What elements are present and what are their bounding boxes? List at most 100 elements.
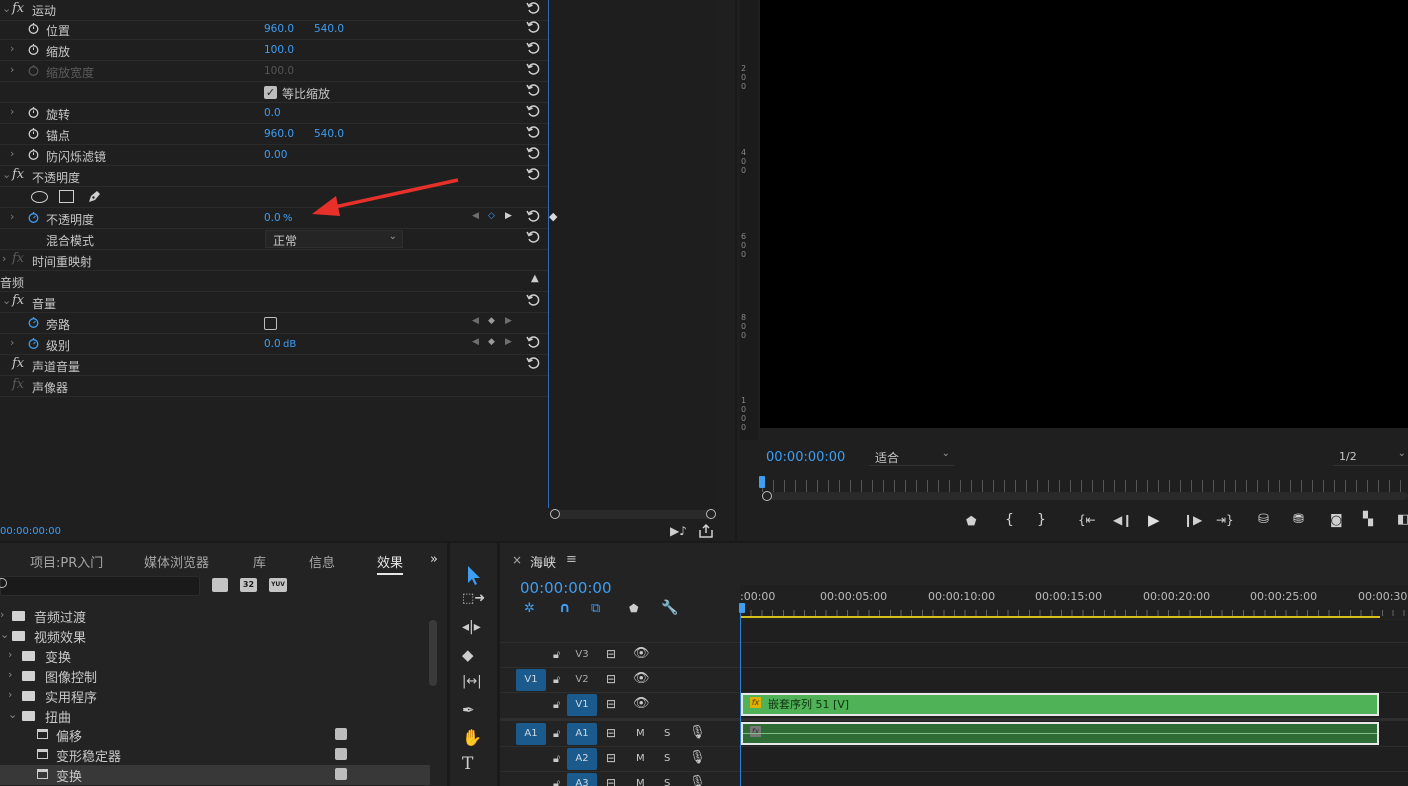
microphone-icon[interactable]: 🎙︎ bbox=[689, 775, 706, 786]
add-keyframe-icon[interactable]: ◇ bbox=[488, 211, 495, 221]
blend-mode-dropdown[interactable]: 正常 ⌄ bbox=[265, 230, 403, 248]
lock-icon[interactable]: 🔓︎ bbox=[553, 752, 560, 766]
sequence-tab-title[interactable]: 海峡 bbox=[530, 552, 556, 571]
track-select-tool-icon[interactable]: ⬚➜ bbox=[462, 591, 486, 615]
mute-button[interactable]: M bbox=[636, 728, 645, 739]
lift-icon[interactable]: ⛁ bbox=[1258, 512, 1269, 527]
stopwatch-active-icon[interactable] bbox=[28, 337, 39, 349]
scale-value[interactable]: 100.0 bbox=[264, 44, 294, 56]
reset-icon[interactable] bbox=[526, 293, 540, 307]
tree-item-image-control[interactable]: › 图像控制 bbox=[0, 666, 430, 686]
yuv-effects-icon[interactable]: YUV bbox=[269, 578, 287, 592]
rotation-value[interactable]: 0.0 bbox=[264, 107, 281, 119]
tree-item-utility[interactable]: › 实用程序 bbox=[0, 686, 430, 706]
chevron-right-icon[interactable]: › bbox=[10, 105, 14, 118]
slip-tool-icon[interactable]: |↔| bbox=[462, 674, 486, 698]
rectangle-mask-icon[interactable] bbox=[59, 190, 74, 203]
export-icon[interactable] bbox=[698, 524, 714, 538]
effect-channel-volume-row[interactable]: fx 声道音量 bbox=[0, 355, 548, 376]
stopwatch-icon[interactable] bbox=[28, 148, 39, 160]
tab-project[interactable]: 项目:PR入门 bbox=[30, 552, 103, 571]
anchor-x-value[interactable]: 960.0 bbox=[264, 128, 294, 140]
panel-overflow-icon[interactable]: » bbox=[430, 552, 438, 567]
solo-button[interactable]: S bbox=[664, 753, 670, 764]
mark-out-icon[interactable]: } bbox=[1037, 512, 1046, 528]
work-area-bar[interactable] bbox=[740, 616, 1380, 618]
extract-icon[interactable]: ⛃ bbox=[1293, 512, 1304, 527]
track-name-a2[interactable]: A2 bbox=[567, 748, 597, 770]
bypass-checkbox[interactable] bbox=[264, 317, 277, 330]
eye-icon[interactable]: 👁︎ bbox=[633, 696, 650, 711]
effect-panner-row[interactable]: fx 声像器 bbox=[0, 376, 548, 397]
snap-icon[interactable]: ∩ bbox=[559, 600, 570, 616]
sync-lock-icon[interactable]: ⊟ bbox=[606, 672, 616, 686]
sync-lock-icon[interactable]: ⊟ bbox=[606, 751, 616, 765]
fx-icon[interactable]: fx bbox=[12, 293, 24, 308]
reset-icon[interactable] bbox=[526, 125, 540, 139]
tab-effects[interactable]: 效果 bbox=[377, 552, 404, 575]
track-name-v3[interactable]: V3 bbox=[567, 644, 597, 666]
add-keyframe-icon[interactable]: ◆ bbox=[488, 316, 495, 326]
hand-tool-icon[interactable]: ✋ bbox=[462, 728, 486, 752]
timeline-timecode[interactable]: 00:00:00:00 bbox=[520, 579, 612, 597]
video-clip[interactable]: fx 嵌套序列 51 [V] bbox=[741, 693, 1379, 716]
effect-volume-row[interactable]: ⌄ fx 音量 bbox=[0, 292, 548, 313]
reset-icon[interactable] bbox=[526, 41, 540, 55]
microphone-icon[interactable]: 🎙︎ bbox=[689, 725, 706, 740]
track-name-v1[interactable]: V1 bbox=[567, 694, 597, 716]
fx-icon[interactable]: fx bbox=[12, 356, 24, 371]
tree-item-audio-transitions[interactable]: › 音频过渡 bbox=[0, 606, 430, 626]
stopwatch-icon[interactable] bbox=[28, 127, 39, 139]
vr-icon[interactable]: ◧ bbox=[1397, 512, 1408, 527]
mute-button[interactable]: M bbox=[636, 753, 645, 764]
solo-button[interactable]: S bbox=[664, 728, 670, 739]
microphone-icon[interactable]: 🎙︎ bbox=[689, 750, 706, 765]
effects-search-input[interactable] bbox=[0, 576, 200, 596]
lock-icon[interactable]: 🔓︎ bbox=[553, 727, 560, 741]
prev-keyframe-icon[interactable]: ◀ bbox=[472, 211, 479, 221]
mute-button[interactable]: M bbox=[636, 778, 645, 786]
camera-icon[interactable]: ◙ bbox=[1330, 513, 1343, 528]
go-to-in-icon[interactable]: {⇤ bbox=[1078, 513, 1096, 527]
razor-tool-icon[interactable]: ◆ bbox=[462, 646, 486, 670]
audio-clip[interactable]: fx bbox=[741, 722, 1379, 745]
ripple-edit-tool-icon[interactable]: ◂|▸ bbox=[462, 619, 486, 643]
tree-item-offset[interactable]: 偏移 bbox=[0, 725, 430, 745]
mark-in-icon[interactable]: { bbox=[1005, 512, 1014, 528]
eye-icon[interactable]: 👁︎ bbox=[633, 646, 650, 661]
stopwatch-icon[interactable] bbox=[28, 106, 39, 118]
reset-icon[interactable] bbox=[526, 83, 540, 97]
track-name-v2[interactable]: V2 bbox=[567, 669, 597, 691]
track-name-a3[interactable]: A3 bbox=[567, 773, 597, 786]
add-marker-icon[interactable]: ⬟ bbox=[966, 514, 976, 528]
track-name-a1[interactable]: A1 bbox=[567, 723, 597, 745]
reset-icon[interactable] bbox=[526, 335, 540, 349]
reset-icon[interactable] bbox=[526, 104, 540, 118]
next-keyframe-icon[interactable]: ▶ bbox=[505, 211, 512, 221]
fit-dropdown[interactable]: 适合 ⌄ bbox=[869, 448, 954, 466]
play-audio-only-icon[interactable]: ▶♪ bbox=[670, 524, 687, 538]
add-keyframe-icon[interactable]: ◆ bbox=[488, 337, 495, 347]
anchor-y-value[interactable]: 540.0 bbox=[314, 128, 344, 140]
eye-icon[interactable]: 👁︎ bbox=[633, 671, 650, 686]
tab-libraries[interactable]: 库 bbox=[253, 552, 266, 571]
sync-lock-icon[interactable]: ⊟ bbox=[606, 647, 616, 661]
lock-icon[interactable]: 🔓︎ bbox=[553, 673, 560, 687]
chevron-down-icon[interactable]: ⌄ bbox=[2, 2, 11, 15]
reset-icon[interactable] bbox=[526, 146, 540, 160]
tree-item-transform-folder[interactable]: › 变换 bbox=[0, 646, 430, 666]
program-zoom-scrollbar[interactable] bbox=[762, 491, 1408, 501]
nest-icon[interactable]: ✲ bbox=[524, 601, 535, 616]
reset-icon[interactable] bbox=[526, 230, 540, 244]
tree-item-video-effects[interactable]: ⌄ 视频效果 bbox=[0, 626, 430, 646]
effect-time-remap-row[interactable]: › fx 时间重映射 bbox=[0, 250, 548, 271]
ellipse-mask-icon[interactable] bbox=[31, 191, 48, 203]
go-to-out-icon[interactable]: ⇥} bbox=[1216, 513, 1234, 527]
level-value[interactable]: 0.0 bbox=[264, 338, 281, 350]
chevron-down-icon[interactable]: ⌄ bbox=[2, 168, 11, 181]
step-back-icon[interactable]: ◀❙ bbox=[1113, 513, 1132, 527]
sync-lock-icon[interactable]: ⊟ bbox=[606, 776, 616, 786]
source-patch-v1[interactable]: V1 bbox=[516, 669, 546, 691]
chevron-right-icon[interactable]: › bbox=[10, 336, 14, 349]
lock-icon[interactable]: 🔓︎ bbox=[553, 777, 560, 786]
